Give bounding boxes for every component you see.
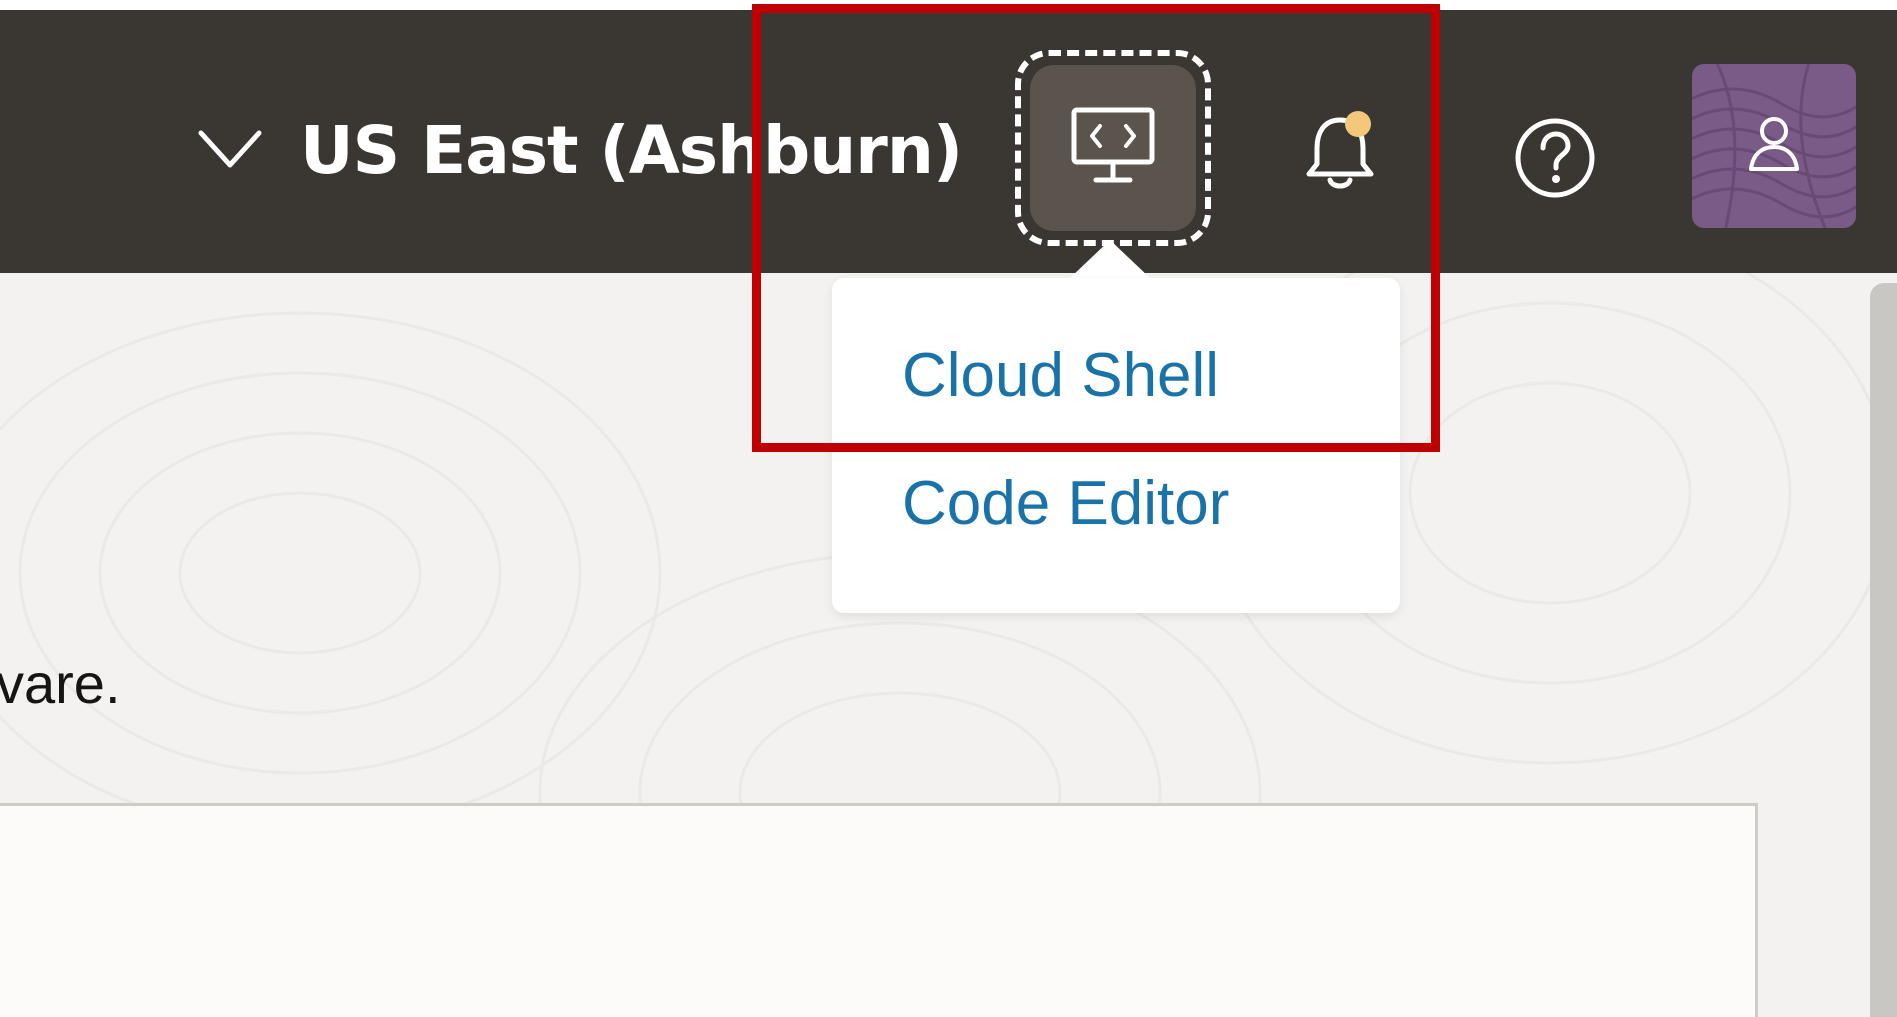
intro-text: vare. — [0, 652, 121, 715]
help-button[interactable] — [1505, 110, 1605, 210]
page-scrollbar[interactable] — [1870, 283, 1897, 1017]
profile-avatar[interactable] — [1692, 64, 1856, 228]
help-circle-icon — [1512, 115, 1598, 206]
user-icon — [1739, 109, 1809, 184]
oci-console-screenshot: US East (Ashburn) vare. Cloud Shell Code… — [0, 0, 1897, 1017]
chevron-down-icon — [190, 120, 270, 180]
content-panel — [0, 803, 1758, 1017]
menu-item-code-editor[interactable]: Code Editor — [902, 468, 1229, 539]
highlight-annotation-box — [752, 4, 1440, 452]
